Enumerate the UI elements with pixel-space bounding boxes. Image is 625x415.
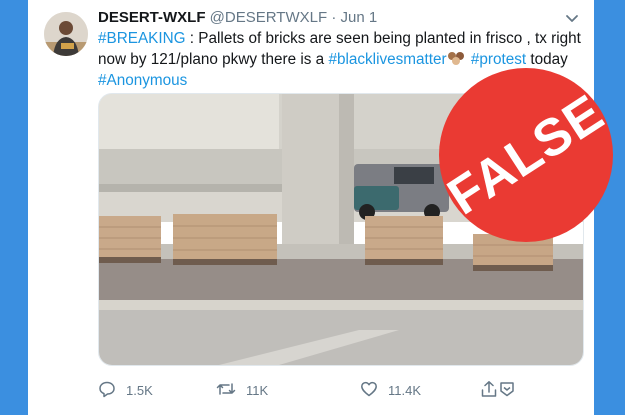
reply-count: 1.5K: [126, 382, 153, 398]
hashtag-blacklivesmatter[interactable]: #blacklivesmatter: [328, 51, 446, 68]
false-badge: FALSE: [438, 68, 614, 242]
retweet-count: 11K: [246, 382, 269, 398]
share-button[interactable]: [480, 376, 528, 404]
like-count: 11.4K: [388, 382, 422, 398]
share-icon: [480, 380, 528, 401]
separator: ·: [331, 9, 337, 26]
hashtag-anonymous[interactable]: #Anonymous: [98, 72, 187, 89]
heart-icon: [360, 380, 388, 401]
tweet-header: DESERT-WXLF @DESERTWXLF · Jun 1: [98, 8, 580, 28]
reply-button[interactable]: 1.5K: [98, 376, 153, 404]
display-name[interactable]: DESERT-WXLF: [98, 9, 206, 26]
user-handle[interactable]: @DESERTWXLF: [210, 9, 327, 26]
hashtag-breaking[interactable]: #BREAKING: [98, 30, 186, 47]
retweet-icon: [216, 380, 246, 401]
raised-fists-emoji-icon: [447, 51, 467, 68]
like-button[interactable]: 11.4K: [360, 376, 421, 404]
chevron-down-icon[interactable]: [564, 8, 580, 28]
tweet-actions: 1.5K 11K 11.4K: [98, 376, 578, 404]
reply-icon: [98, 380, 126, 401]
avatar[interactable]: [44, 12, 88, 56]
tweet-date[interactable]: Jun 1: [340, 9, 377, 26]
retweet-button[interactable]: 11K: [216, 376, 268, 404]
